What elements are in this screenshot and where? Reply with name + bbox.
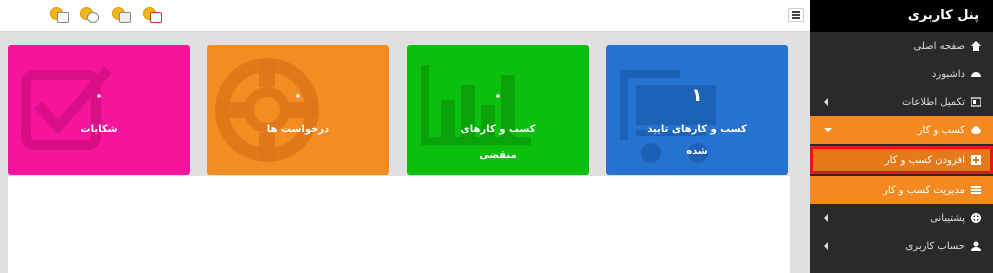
tile-count: ۱ [691,85,703,106]
tile-requests[interactable]: ۰ درخواست ها [207,45,389,175]
sidebar: پنل کاربری صفحه اصلی داشبورد تکمیل اطلاع… [810,0,993,273]
sidebar-item-label: کسب و کار [917,124,965,136]
sidebar-item-label: داشبورد [931,68,965,80]
tile-label: کسب و کارهای [460,124,536,135]
sidebar-item-label: مدیریت کسب و کار [882,184,965,196]
chevron-left-icon [824,214,828,222]
balance-coin-icon[interactable] [112,7,131,23]
tile-count: ۰ [93,85,105,106]
tile-label: کسب و کارهای تایید [647,124,747,135]
sidebar-item-home[interactable]: صفحه اصلی [810,32,993,60]
chevron-down-icon [824,128,832,132]
menu-toggle-button[interactable] [788,8,804,22]
tile-approved-businesses[interactable]: ۱ کسب و کارهای تایید شده [606,45,788,175]
sidebar-item-label: افزودن کسب و کار [884,154,965,166]
sidebar-item-add-business[interactable]: افزودن کسب و کار [810,146,993,174]
mail-coin-icon[interactable] [50,7,69,23]
top-navbar [0,0,810,32]
sidebar-item-label: حساب کاربری [905,240,965,252]
home-icon [971,41,981,51]
sidebar-item-account[interactable]: حساب کاربری [810,232,993,260]
tile-count: ۰ [492,85,504,106]
calendar-coin-icon[interactable] [143,7,162,23]
lifebuoy-icon [971,213,981,223]
support-coin-icon[interactable] [80,7,99,23]
sidebar-item-label: پشتیبانی [930,212,965,224]
tile-label: شکایات [80,124,118,135]
cloud-icon [971,125,981,135]
tile-label: درخواست ها [266,124,330,135]
plus-square-icon [971,155,981,165]
tile-label-line2: شده [686,146,708,157]
tile-label-line2: منقضی [479,150,517,161]
sidebar-item-label: صفحه اصلی [913,40,965,52]
tile-count: ۰ [292,85,304,106]
sidebar-item-business[interactable]: کسب و کار [810,116,993,144]
tile-complaints[interactable]: ۰ شکایات [8,45,190,175]
sidebar-item-dashboard[interactable]: داشبورد [810,60,993,88]
chevron-left-icon [824,242,828,250]
chevron-left-icon [824,98,828,106]
content-panel [8,176,790,273]
user-icon [971,241,981,251]
sidebar-item-support[interactable]: پشتیبانی [810,204,993,232]
sidebar-title: پنل کاربری [810,0,993,32]
lifebuoy-icon [215,58,319,162]
sidebar-item-label: تکمیل اطلاعات [902,96,965,108]
id-card-icon [970,97,982,107]
list-icon [971,185,981,195]
tile-expired-businesses[interactable]: ۰ کسب و کارهای منقضی [407,45,589,175]
checkbox-icon [21,66,112,150]
sidebar-item-profile-completion[interactable]: تکمیل اطلاعات [810,88,993,116]
dashboard-icon [971,69,981,79]
sidebar-item-manage-business[interactable]: مدیریت کسب و کار [810,176,993,204]
